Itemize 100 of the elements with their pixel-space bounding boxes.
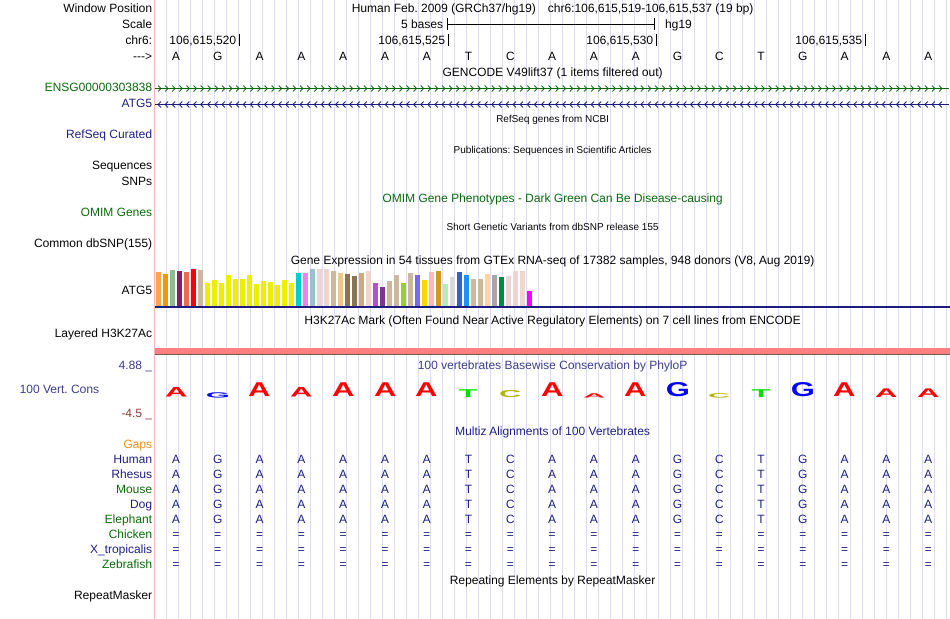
aligned-base: = <box>340 527 347 542</box>
aligned-base: = <box>214 557 222 572</box>
aligned-base: A <box>339 512 348 527</box>
aligned-base: C <box>714 467 724 482</box>
logo-letter: C <box>499 390 522 398</box>
aligned-base: = <box>298 557 305 572</box>
aligned-base: = <box>882 542 890 557</box>
aligned-base: T <box>757 482 765 497</box>
aligned-base: G <box>213 512 222 527</box>
aligned-base: = <box>506 557 514 572</box>
track-label: chr6: <box>125 33 152 47</box>
base-letter: G <box>213 48 222 64</box>
aligned-base: = <box>256 527 263 542</box>
aligned-base: A <box>339 467 348 482</box>
aligned-base: C <box>714 482 724 497</box>
base-letter: C <box>714 48 724 64</box>
aligned-base: = <box>757 542 764 557</box>
aligned-base: G <box>672 482 682 497</box>
track-label: ---> <box>133 49 152 63</box>
aligned-base: = <box>506 527 514 542</box>
aligned-base: = <box>841 527 848 542</box>
aligned-base: A <box>172 467 180 482</box>
aligned-base: A <box>840 482 849 497</box>
aligned-base: = <box>841 542 848 557</box>
track-label: 4.88 _ <box>118 358 152 372</box>
aligned-base: = <box>548 527 556 542</box>
aligned-base: = <box>340 557 347 572</box>
track-label: Sequences <box>92 158 152 172</box>
aligned-base: A <box>924 512 932 527</box>
aligned-base: = <box>632 542 640 557</box>
aligned-base: = <box>716 542 723 557</box>
base-letter: A <box>924 48 932 64</box>
aligned-base: = <box>506 542 514 557</box>
aligned-base: A <box>380 452 389 467</box>
aligned-base: A <box>172 512 180 527</box>
aligned-base: = <box>298 542 305 557</box>
assembly-title: Human Feb. 2009 (GRCh37/hg19) <box>352 0 536 16</box>
position-tick-label: 106,615,525 <box>378 32 446 48</box>
aligned-base: C <box>506 452 515 467</box>
aligned-base: = <box>632 527 640 542</box>
aligned-base: = <box>799 557 806 572</box>
aligned-base: A <box>422 467 431 482</box>
aligned-base: = <box>674 542 681 557</box>
aligned-base: A <box>924 497 932 512</box>
track-label: Window Position <box>63 1 152 15</box>
aligned-base: = <box>674 527 681 542</box>
track-title: GENCODE V49lift37 (1 items filtered out) <box>442 64 663 80</box>
aligned-base: = <box>924 527 932 542</box>
aligned-base: C <box>506 482 515 497</box>
aligned-base: = <box>716 527 723 542</box>
aligned-base: = <box>464 557 472 572</box>
aligned-base: = <box>214 542 222 557</box>
tick-mark <box>865 34 866 46</box>
aligned-base: G <box>213 482 222 497</box>
aligned-base: = <box>548 557 556 572</box>
aligned-base: A <box>840 512 849 527</box>
aligned-base: = <box>632 557 640 572</box>
aligned-base: A <box>632 482 640 497</box>
aligned-base: A <box>882 482 890 497</box>
track-label: Gaps <box>123 437 152 451</box>
track-label: -4.5 _ <box>121 406 152 420</box>
aligned-base: G <box>798 497 808 512</box>
aligned-base: = <box>464 542 472 557</box>
species-label: Human <box>113 452 152 466</box>
track-label: ATG5 <box>122 96 152 110</box>
aligned-base: G <box>798 467 808 482</box>
logo-letter: A <box>248 382 271 398</box>
aligned-base: = <box>381 557 388 572</box>
tick-mark <box>656 34 657 46</box>
aligned-base: A <box>297 452 306 467</box>
aligned-base: A <box>590 497 598 512</box>
aligned-base: A <box>882 467 890 482</box>
aligned-base: A <box>172 452 180 467</box>
aligned-base: A <box>297 512 306 527</box>
aligned-base: C <box>714 497 724 512</box>
base-letter: A <box>548 48 556 64</box>
track-label: ENSG00000303838 <box>44 80 152 94</box>
aligned-base: C <box>714 452 724 467</box>
aligned-base: A <box>840 452 849 467</box>
aligned-base: T <box>464 467 472 482</box>
aligned-base: T <box>757 467 765 482</box>
aligned-base: T <box>757 512 765 527</box>
track-label: RepeatMasker <box>74 588 152 602</box>
aligned-base: A <box>590 467 598 482</box>
position-tick-label: 106,615,530 <box>586 32 654 48</box>
aligned-base: G <box>672 452 682 467</box>
aligned-base: A <box>548 482 556 497</box>
aligned-base: T <box>464 452 472 467</box>
aligned-base: A <box>882 512 890 527</box>
aligned-base: = <box>590 527 598 542</box>
base-letter: A <box>172 48 180 64</box>
aligned-base: C <box>506 467 515 482</box>
aligned-base: G <box>213 497 222 512</box>
aligned-base: G <box>213 467 222 482</box>
track-label: ATG5 <box>122 283 152 297</box>
logo-letter: G <box>790 382 815 398</box>
species-label: Elephant <box>104 512 152 526</box>
aligned-base: A <box>548 512 556 527</box>
track-title: Multiz Alignments of 100 Vertebrates <box>455 423 650 439</box>
logo-letter: A <box>415 382 438 398</box>
